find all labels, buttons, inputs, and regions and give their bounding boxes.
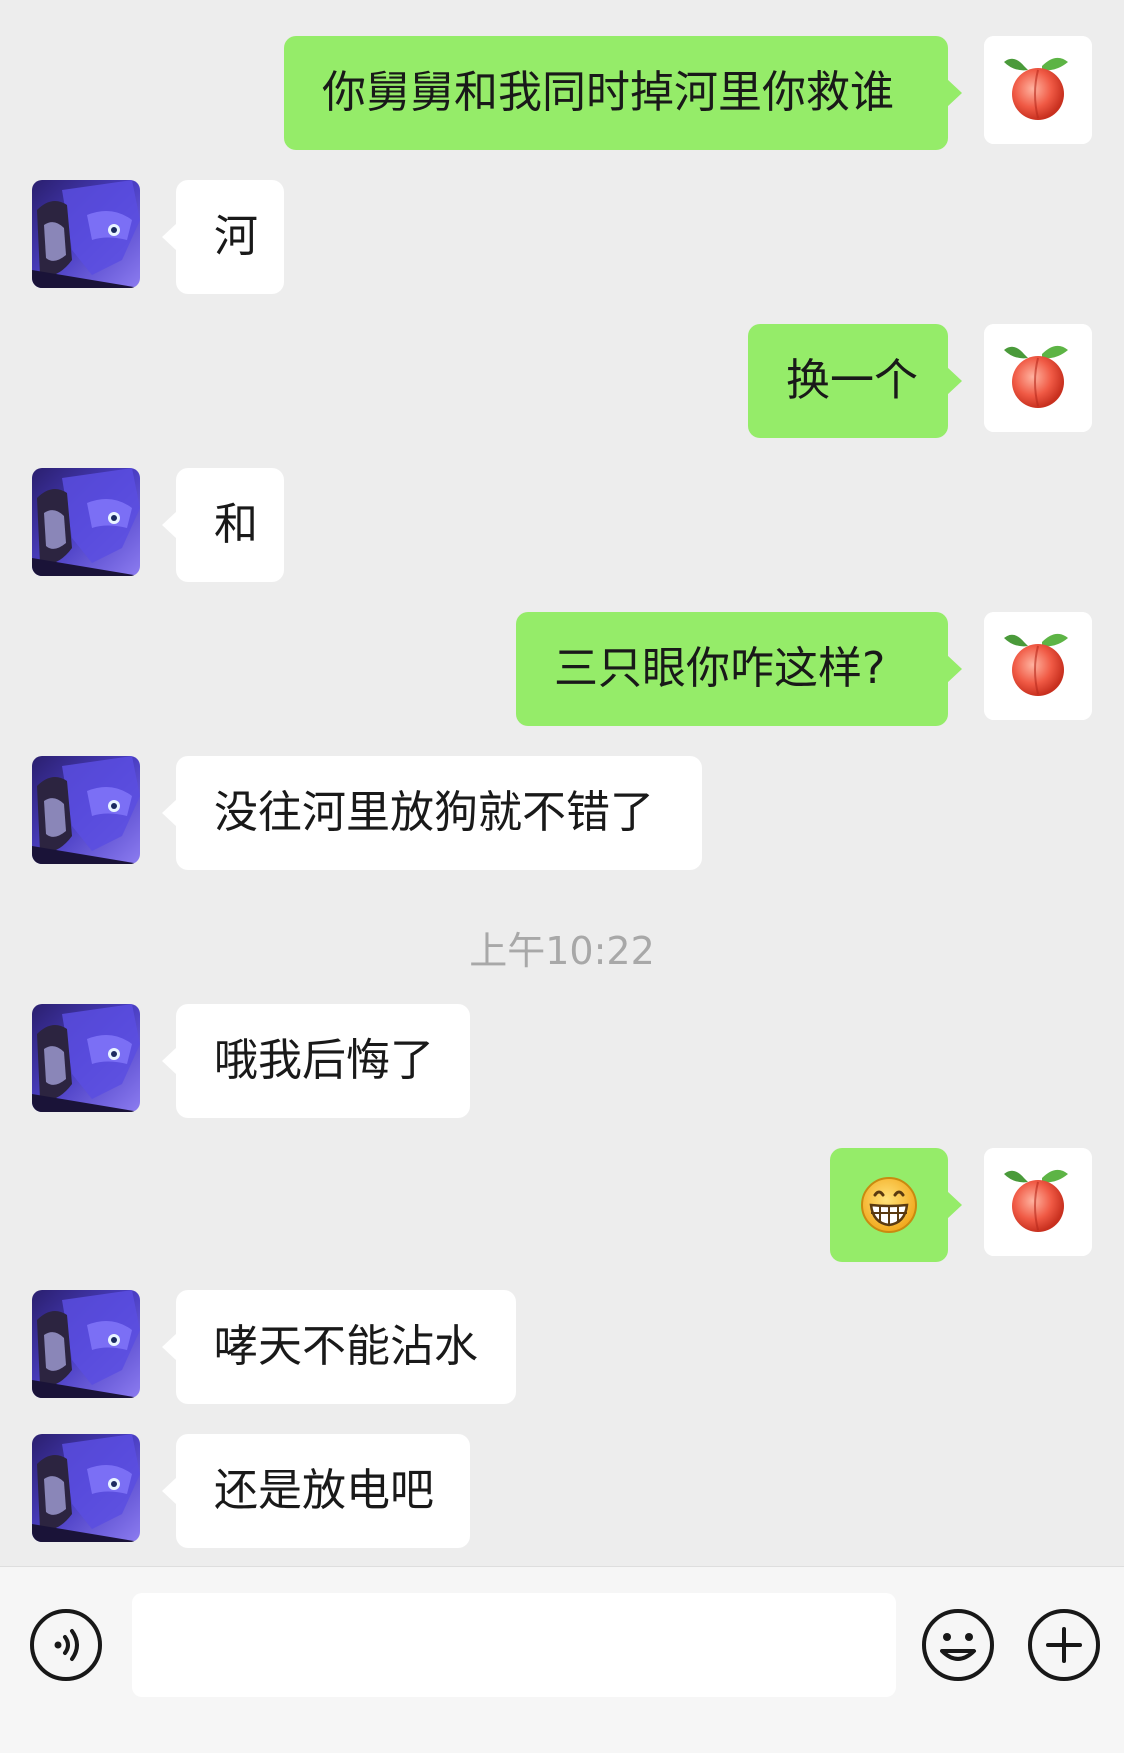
message-bubble-incoming[interactable]: 和: [162, 468, 284, 582]
character-avatar-image: [32, 1290, 140, 1398]
message-bubble-outgoing[interactable]: [830, 1148, 962, 1262]
message-bubble-outgoing[interactable]: 三只眼你咋这样?: [516, 612, 962, 726]
message-bubble-incoming[interactable]: 没往河里放狗就不错了: [162, 756, 702, 870]
message-text: 哦我后悔了: [214, 1035, 434, 1086]
message-text: 河: [214, 211, 258, 262]
character-avatar[interactable]: [32, 180, 140, 288]
message-text: 没往河里放狗就不错了: [214, 787, 654, 838]
message-text: 你舅舅和我同时掉河里你救谁: [322, 67, 894, 118]
message-input[interactable]: [132, 1593, 896, 1697]
peach-avatar[interactable]: [984, 1148, 1092, 1256]
message-text: 哮天不能沾水: [214, 1321, 478, 1372]
peach-avatar[interactable]: [984, 324, 1092, 432]
character-avatar-image: [32, 180, 140, 288]
message-bubble-incoming[interactable]: 还是放电吧: [162, 1434, 470, 1548]
peach-icon: [984, 324, 1092, 432]
message-bubble-outgoing[interactable]: 你舅舅和我同时掉河里你救谁: [284, 36, 962, 150]
grin-emoji-icon: [861, 1177, 917, 1233]
character-avatar-image: [32, 756, 140, 864]
plus-icon[interactable]: [1026, 1607, 1102, 1683]
character-avatar-image: [32, 1434, 140, 1542]
character-avatar[interactable]: [32, 1004, 140, 1112]
character-avatar[interactable]: [32, 468, 140, 576]
character-avatar[interactable]: [32, 1434, 140, 1542]
character-avatar-image: [32, 468, 140, 576]
character-avatar[interactable]: [32, 1290, 140, 1398]
peach-avatar[interactable]: [984, 36, 1092, 144]
message-text: 还是放电吧: [214, 1465, 434, 1516]
message-bubble-incoming[interactable]: 哮天不能沾水: [162, 1290, 516, 1404]
peach-icon: [984, 36, 1092, 144]
message-text: 换一个: [786, 355, 918, 406]
peach-icon: [984, 612, 1092, 720]
message-bubble-outgoing[interactable]: 换一个: [748, 324, 962, 438]
character-avatar-image: [32, 1004, 140, 1112]
message-text: 三只眼你咋这样?: [554, 643, 886, 694]
message-text: 和: [214, 499, 258, 550]
timestamp: 上午10:22: [469, 929, 655, 973]
message-bubble-incoming[interactable]: 河: [162, 180, 284, 294]
character-avatar[interactable]: [32, 756, 140, 864]
voice-icon[interactable]: [28, 1607, 104, 1683]
peach-avatar[interactable]: [984, 612, 1092, 720]
peach-icon: [984, 1148, 1092, 1256]
message-bubble-incoming[interactable]: 哦我后悔了: [162, 1004, 470, 1118]
chat-input-bar: [0, 1566, 1124, 1753]
emoji-icon[interactable]: [920, 1607, 996, 1683]
